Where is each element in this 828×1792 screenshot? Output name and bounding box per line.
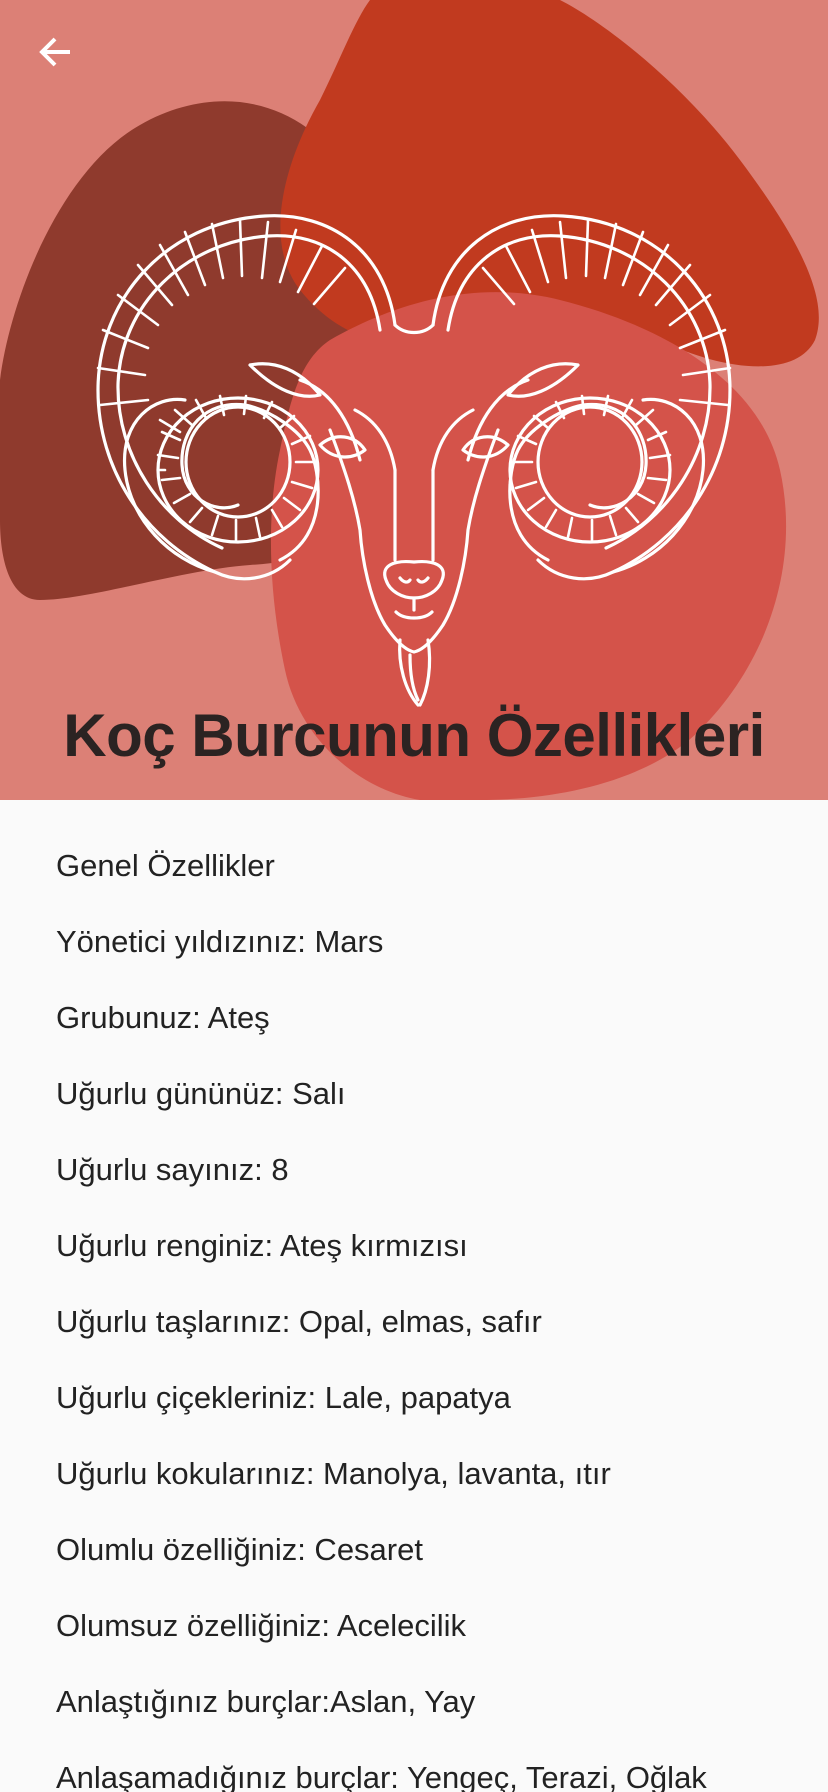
trait-item-compatible-signs: Anlaştığınız burçlar:Aslan, Yay (56, 1684, 476, 1719)
trait-item-lucky-number: Uğurlu sayınız: 8 (56, 1152, 289, 1187)
back-button[interactable] (22, 18, 90, 86)
trait-item-lucky-stones: Uğurlu taşlarınız: Opal, elmas, safır (56, 1304, 542, 1339)
trait-item-negative-trait: Olumsuz özelliğiniz: Acelecilik (56, 1608, 467, 1643)
arrow-left-icon (39, 37, 70, 67)
header-banner: Koç Burcunun Özellikleri (0, 0, 828, 800)
trait-item-lucky-day: Uğurlu gününüz: Salı (56, 1076, 346, 1111)
trait-item-element: Grubunuz: Ateş (56, 1000, 270, 1035)
trait-heading: Genel Özellikler (56, 848, 275, 883)
trait-item-incompatible-signs: Anlaşamadığınız burçlar: Yengeç, Terazi,… (56, 1760, 707, 1792)
trait-item-lucky-flowers: Uğurlu çiçekleriniz: Lale, papatya (56, 1380, 511, 1415)
trait-item-positive-trait: Olumlu özelliğiniz: Cesaret (56, 1532, 423, 1567)
traits-list: Genel Özellikler Yönetici yıldızınız: Ma… (0, 800, 828, 1792)
trait-item-lucky-color: Uğurlu renginiz: Ateş kırmızısı (56, 1228, 468, 1263)
header-background-art (0, 0, 819, 800)
trait-item-lucky-scents: Uğurlu kokularınız: Manolya, lavanta, ıt… (56, 1456, 611, 1491)
page-title: Koç Burcunun Özellikleri (63, 702, 765, 769)
trait-item-ruling-star: Yönetici yıldızınız: Mars (56, 924, 384, 959)
